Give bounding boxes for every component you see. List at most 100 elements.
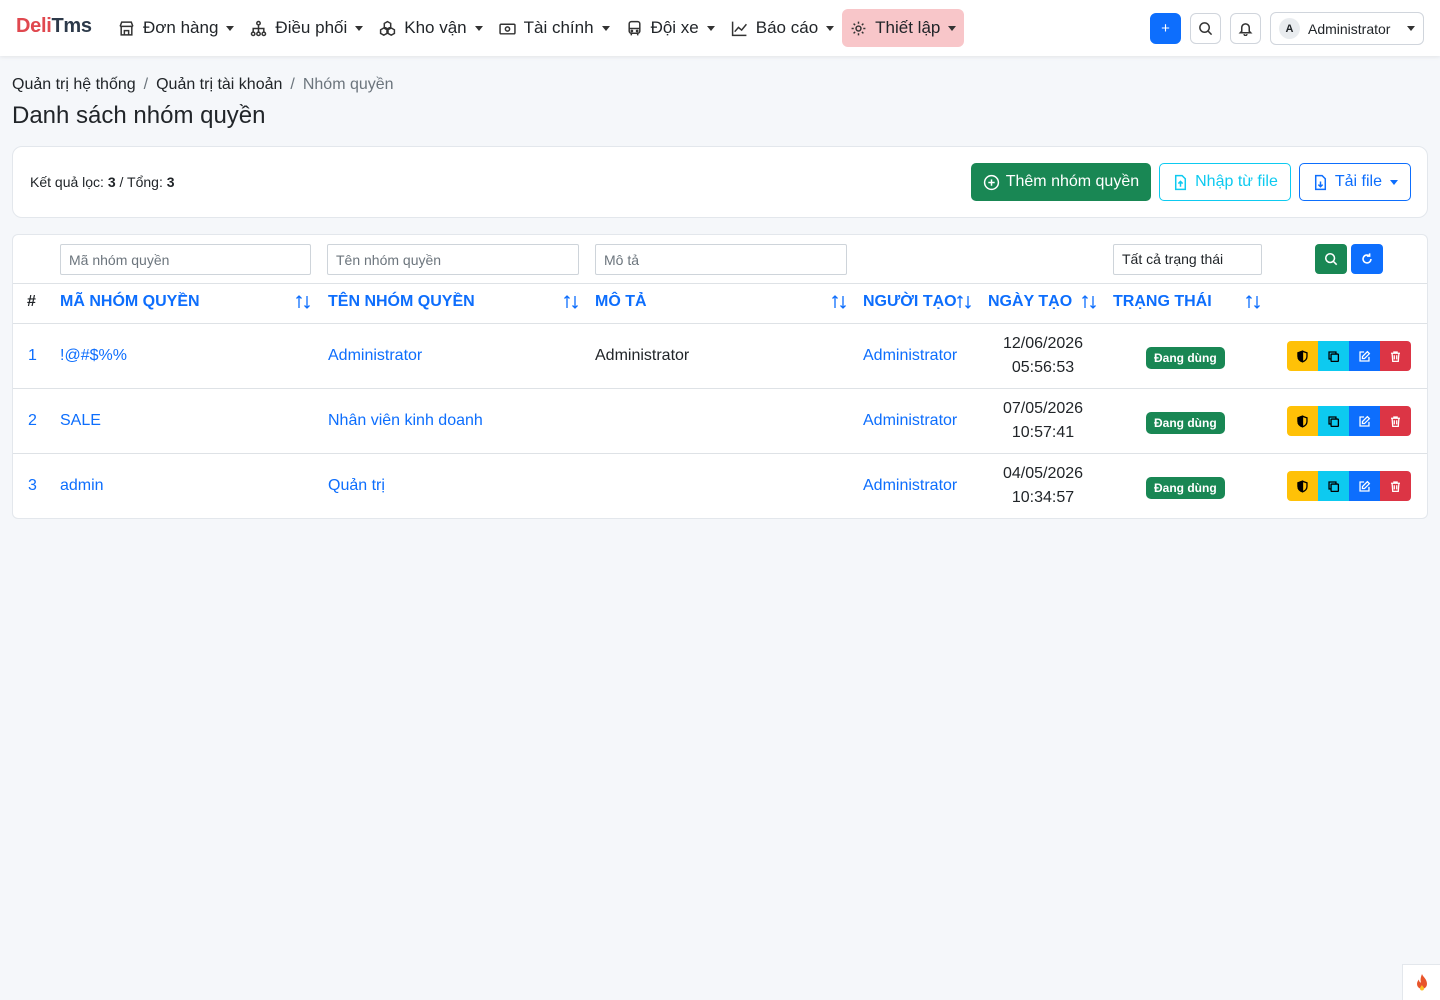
col-header-status[interactable]: TRẠNG THÁI — [1113, 293, 1212, 311]
row-actions — [1287, 471, 1411, 501]
reset-filter-button[interactable] — [1351, 244, 1383, 274]
row-code-link[interactable]: SALE — [60, 412, 101, 430]
row-description: Administrator — [595, 347, 690, 364]
sort-icon[interactable] — [562, 293, 580, 311]
caret-down-icon — [1390, 179, 1398, 185]
delete-button[interactable] — [1380, 406, 1411, 436]
edit-button[interactable] — [1349, 341, 1380, 371]
caret-down-icon — [1407, 26, 1415, 31]
delete-button[interactable] — [1380, 471, 1411, 501]
caret-down-icon — [474, 25, 483, 31]
toolbar-card: Kết quả lọc: 3 / Tổng: 3 Thêm nhóm quyền… — [12, 146, 1428, 218]
row-creator-link[interactable]: Administrator — [863, 477, 957, 495]
shield-icon — [1297, 479, 1308, 493]
row-name-link[interactable]: Quản trị — [328, 477, 385, 495]
global-search-button[interactable] — [1190, 13, 1221, 44]
user-menu-dropdown[interactable]: A Administrator — [1270, 12, 1424, 45]
sort-icon[interactable] — [294, 293, 312, 311]
role-groups-table: Tất cả trạng thái # MÃ NHÓM QUYỀN TÊN NH… — [12, 234, 1428, 519]
filter-description-input[interactable] — [595, 244, 847, 275]
add-role-group-button[interactable]: Thêm nhóm quyền — [970, 163, 1152, 201]
brand-part1: Deli — [16, 15, 52, 37]
menu-label: Đội xe — [650, 18, 699, 37]
copy-icon — [1328, 415, 1340, 427]
delete-button[interactable] — [1380, 341, 1411, 371]
search-icon — [1199, 22, 1213, 36]
col-header-index: # — [27, 293, 36, 310]
caret-down-icon — [826, 25, 835, 31]
search-icon — [1324, 252, 1338, 266]
import-file-button[interactable]: Nhập từ file — [1159, 163, 1291, 201]
permissions-button[interactable] — [1287, 471, 1318, 501]
sort-icon[interactable] — [830, 293, 848, 311]
row-created-date: 07/05/2026 10:57:41 — [988, 397, 1098, 445]
breadcrumb-account-admin[interactable]: Quản trị tài khoản — [156, 76, 282, 94]
shield-icon — [1297, 349, 1308, 363]
add-role-group-label: Thêm nhóm quyền — [1005, 173, 1140, 190]
total-count: 3 — [166, 174, 175, 190]
fire-widget-button[interactable] — [1402, 964, 1440, 1000]
filter-code-input[interactable] — [60, 244, 311, 275]
row-creator-link[interactable]: Administrator — [863, 412, 957, 430]
quick-add-button[interactable]: + — [1150, 13, 1181, 44]
row-code-link[interactable]: !@#$%% — [60, 347, 127, 365]
menu-label: Tài chính — [523, 18, 594, 37]
caret-down-icon — [948, 25, 957, 31]
menu-label: Thiết lập — [875, 18, 941, 37]
col-header-created-date[interactable]: NGÀY TẠO — [988, 293, 1072, 311]
divider — [13, 453, 1427, 454]
edit-button[interactable] — [1349, 471, 1380, 501]
permissions-button[interactable] — [1287, 406, 1318, 436]
edit-button[interactable] — [1349, 406, 1380, 436]
download-file-dropdown[interactable]: Tải file — [1298, 163, 1411, 201]
gear-icon — [851, 21, 866, 35]
edit-icon — [1359, 480, 1371, 492]
filtered-count: 3 — [107, 174, 116, 190]
trash-icon — [1391, 350, 1400, 362]
row-name-link[interactable]: Administrator — [328, 347, 422, 365]
sort-icon[interactable] — [955, 293, 973, 311]
row-name-link[interactable]: Nhân viên kinh doanh — [328, 412, 483, 430]
divider — [13, 388, 1427, 389]
copy-button[interactable] — [1318, 471, 1349, 501]
filter-name-input[interactable] — [327, 244, 579, 275]
toolbar-actions: Thêm nhóm quyền Nhập từ file Tải file — [970, 163, 1411, 201]
copy-button[interactable] — [1318, 341, 1349, 371]
col-header-creator[interactable]: NGƯỜI TẠO — [863, 293, 957, 311]
filtered-label: Kết quả lọc: — [30, 174, 104, 190]
sort-icon[interactable] — [1080, 293, 1098, 311]
menu-don-hang[interactable]: Đơn hàng — [110, 9, 242, 47]
menu-bao-cao[interactable]: Báo cáo — [723, 9, 842, 47]
menu-dieu-phoi[interactable]: Điều phối — [242, 9, 371, 47]
menu-label: Đơn hàng — [143, 18, 219, 37]
app-logo[interactable]: DeliTms — [16, 15, 92, 38]
row-index[interactable]: 1 — [28, 347, 37, 365]
bell-icon — [1238, 23, 1253, 36]
shield-icon — [1297, 414, 1308, 428]
plus-icon: + — [1161, 20, 1170, 37]
row-code-link[interactable]: admin — [60, 477, 104, 495]
menu-thiet-lap[interactable]: Thiết lập — [842, 9, 965, 47]
notifications-button[interactable] — [1230, 13, 1261, 44]
copy-icon — [1328, 480, 1340, 492]
trash-icon — [1391, 415, 1400, 427]
menu-doi-xe[interactable]: Đội xe — [618, 9, 723, 47]
col-header-name[interactable]: TÊN NHÓM QUYỀN — [328, 293, 475, 311]
menu-kho-van[interactable]: Kho vận — [371, 9, 490, 47]
menu-tai-chinh[interactable]: Tài chính — [491, 9, 618, 47]
filter-status-select[interactable]: Tất cả trạng thái — [1113, 244, 1262, 275]
row-index[interactable]: 3 — [28, 477, 37, 495]
file-upload-icon — [1175, 174, 1187, 190]
row-creator-link[interactable]: Administrator — [863, 347, 957, 365]
apply-filter-button[interactable] — [1315, 244, 1347, 274]
permissions-button[interactable] — [1287, 341, 1318, 371]
col-header-description[interactable]: MÔ TẢ — [595, 293, 647, 311]
row-actions — [1287, 406, 1411, 436]
copy-button[interactable] — [1318, 406, 1349, 436]
sort-icon[interactable] — [1244, 293, 1262, 311]
caret-down-icon — [601, 25, 610, 31]
col-header-code[interactable]: MÃ NHÓM QUYỀN — [60, 293, 200, 311]
breadcrumb-system-admin[interactable]: Quản trị hệ thống — [12, 76, 136, 94]
chart-icon — [731, 21, 747, 36]
row-index[interactable]: 2 — [28, 412, 37, 430]
